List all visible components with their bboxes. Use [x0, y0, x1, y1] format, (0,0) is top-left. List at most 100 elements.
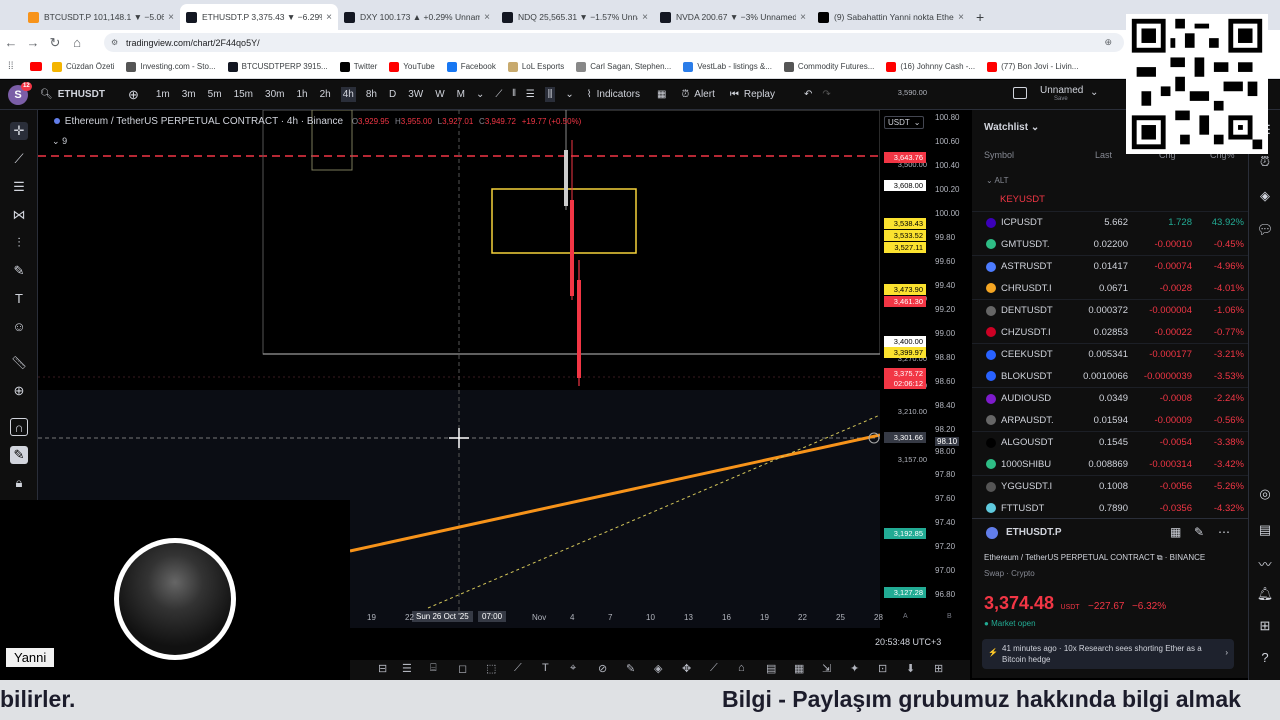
url-field[interactable]: ⚙ tradingview.com/chart/2F44qo5Y/ ⊕: [104, 33, 1124, 52]
brush-icon[interactable]: ✎: [10, 262, 28, 280]
browser-tab[interactable]: NVDA 200.67 ▼ −3% Unnamed ×: [654, 4, 812, 30]
interval-D[interactable]: D: [387, 87, 398, 102]
stay-drawing-icon[interactable]: ✎: [10, 446, 28, 464]
tool-icon[interactable]: ⊘: [598, 662, 607, 675]
tool-icon[interactable]: ▦: [794, 662, 804, 675]
watchlist-row[interactable]: ASTRUSDT 0.01417 -0.00074 -4.96%: [972, 255, 1248, 277]
watchlist-row[interactable]: YGGUSDT.I 0.1008 -0.0056 -5.26%: [972, 475, 1248, 497]
alert-button[interactable]: Alert: [694, 89, 715, 100]
chevron-down-icon[interactable]: ⌄: [476, 89, 484, 100]
watchlist-row[interactable]: CHZUSDT.I 0.02853 -0.00022 -0.77%: [972, 321, 1248, 343]
lock-icon[interactable]: 🔒︎: [10, 474, 28, 492]
tool-icon[interactable]: ⊞: [934, 662, 943, 675]
pulse-icon[interactable]: 〰: [1256, 554, 1274, 572]
text-icon[interactable]: T: [10, 290, 28, 308]
clock[interactable]: 20:53:48 UTC+3: [875, 637, 941, 647]
fib-icon[interactable]: ☰: [10, 178, 28, 196]
tool-icon[interactable]: ⊟: [378, 662, 387, 675]
tool-icon[interactable]: ⌖: [570, 662, 576, 675]
tool-icon[interactable]: ✥: [682, 662, 691, 675]
more-icon[interactable]: ⋯: [1218, 525, 1230, 539]
interval-1m[interactable]: 1m: [154, 87, 172, 102]
bookmark-item[interactable]: Cüzdan Özeti: [52, 61, 114, 72]
watchlist-row[interactable]: FTTUSDT 0.7890 -0.0356 -4.32%: [972, 497, 1248, 519]
interval-1h[interactable]: 1h: [294, 87, 309, 102]
interval-30m[interactable]: 30m: [263, 87, 286, 102]
tool-icon[interactable]: ⊡: [878, 662, 887, 675]
tool-icon[interactable]: ◈: [654, 662, 662, 675]
magnet-icon[interactable]: ∩: [10, 418, 28, 436]
layout-save-icon[interactable]: [1013, 87, 1027, 99]
detail-symbol[interactable]: ETHUSDT.P: [1006, 527, 1062, 538]
tool-icon[interactable]: ⟋: [710, 662, 718, 675]
bell-icon[interactable]: 🔔︎: [1256, 586, 1274, 604]
external-link-icon[interactable]: ⧉: [1157, 553, 1163, 562]
browser-tab[interactable]: NDQ 25,565.31 ▼ −1.57% Unnamed ×: [496, 4, 654, 30]
replay-icon[interactable]: ⏮︎: [730, 89, 739, 100]
close-icon[interactable]: ×: [326, 12, 332, 23]
trendline-icon[interactable]: ⟋: [10, 150, 28, 168]
col-symbol[interactable]: Symbol: [984, 150, 1014, 160]
interval-8h[interactable]: 8h: [364, 87, 379, 102]
tool-icon[interactable]: ☰: [402, 662, 412, 675]
tool-icon[interactable]: T: [542, 662, 549, 674]
chart-type-icon[interactable]: ⫼: [544, 87, 556, 102]
time-mark[interactable]: B: [947, 613, 952, 620]
bookmark-item[interactable]: BTCUSDTPERP 3915...: [227, 61, 328, 72]
interval-15m[interactable]: 15m: [232, 87, 255, 102]
ruler-icon[interactable]: 📏︎: [10, 354, 28, 372]
interval-5m[interactable]: 5m: [206, 87, 224, 102]
home-icon[interactable]: ⌂: [66, 35, 88, 50]
tool-icon[interactable]: ⇲: [822, 662, 831, 675]
tool-icon[interactable]: ⬚: [486, 662, 496, 675]
browser-tab[interactable]: BTCUSDT.P 101,148.1 ▼ −5.06% ×: [22, 4, 180, 30]
tool-icon[interactable]: ⟋: [514, 662, 522, 675]
layout-grid-icon[interactable]: ▦: [657, 89, 666, 100]
news-item[interactable]: ⚡ 41 minutes ago · 10x Research sees sho…: [982, 639, 1234, 669]
time-scale[interactable]: Sun 26 Oct '25 07:00 19 22 Nov 4 7 10 13 16 19 22…: [350, 608, 952, 628]
browser-tab[interactable]: ETHUSDT.P 3,375.43 ▼ −6.29% ×: [180, 4, 338, 30]
watchlist-row[interactable]: CHRUSDT.I 0.0671 -0.0028 -4.01%: [972, 277, 1248, 299]
tool-icon[interactable]: ⌂: [738, 662, 745, 674]
youtube-icon[interactable]: [30, 62, 42, 71]
watchlist-row[interactable]: GMTUSDT. 0.02200 -0.00010 -0.45%: [972, 233, 1248, 255]
bookmark-item[interactable]: Facebook: [446, 61, 496, 72]
watchlist-group[interactable]: ⌄ ALT: [986, 176, 1009, 185]
layout-grid-icon[interactable]: ▦: [1170, 525, 1181, 539]
col-last[interactable]: Last: [1095, 150, 1112, 160]
replay-button[interactable]: Replay: [744, 89, 775, 100]
watchlist-row[interactable]: ALGOUSDT 0.1545 -0.0054 -3.38%: [972, 431, 1248, 453]
tool-icon[interactable]: ⬇: [906, 662, 915, 675]
browser-tab[interactable]: DXY 100.173 ▲ +0.29% Unnamed ×: [338, 4, 496, 30]
target-icon[interactable]: ◎: [1256, 486, 1274, 504]
chevron-down-icon[interactable]: ⌄: [565, 89, 573, 100]
bookmark-item[interactable]: (16) Johnny Cash -...: [886, 61, 975, 72]
close-icon[interactable]: ×: [484, 12, 490, 23]
tool-icon[interactable]: ◻: [458, 662, 467, 675]
edit-icon[interactable]: ✎: [1194, 525, 1204, 539]
redo-icon[interactable]: ↷: [822, 89, 830, 100]
tool-icon[interactable]: ⌸: [430, 662, 437, 675]
watchlist-title[interactable]: Watchlist ⌄: [984, 122, 1039, 133]
bookmark-item[interactable]: VestLab - listings &...: [683, 61, 772, 72]
watchlist-group-symbol[interactable]: KEYUSDT: [1000, 194, 1045, 205]
indicators-icon[interactable]: ⌇: [587, 89, 592, 100]
layout-name[interactable]: Unnamed: [1040, 85, 1083, 96]
zoom-icon[interactable]: ⊕: [1104, 37, 1112, 48]
new-tab-icon[interactable]: +: [976, 9, 984, 25]
chevron-down-icon[interactable]: ⌄: [1090, 87, 1098, 98]
crosshair-icon[interactable]: ✛: [10, 122, 28, 140]
undo-icon[interactable]: ↶: [804, 89, 812, 100]
back-icon[interactable]: ←: [0, 35, 22, 50]
bars-icon[interactable]: ☰: [526, 89, 535, 100]
watchlist-row[interactable]: ARPAUSDT. 0.01594 -0.00009 -0.56%: [972, 409, 1248, 431]
prediction-icon[interactable]: ⫶: [10, 234, 28, 252]
watchlist-row[interactable]: DENTUSDT 0.000372 -0.000004 -1.06%: [972, 299, 1248, 321]
bookmark-item[interactable]: (77) Bon Jovi - Livin...: [987, 61, 1078, 72]
forward-icon[interactable]: →: [22, 35, 44, 50]
interval-M[interactable]: M: [455, 87, 467, 102]
layers-icon[interactable]: ◈: [1256, 188, 1274, 206]
tool-icon[interactable]: ▤: [766, 662, 776, 675]
emoji-icon[interactable]: ☺: [10, 318, 28, 336]
calendar-icon[interactable]: ▤: [1256, 522, 1274, 540]
